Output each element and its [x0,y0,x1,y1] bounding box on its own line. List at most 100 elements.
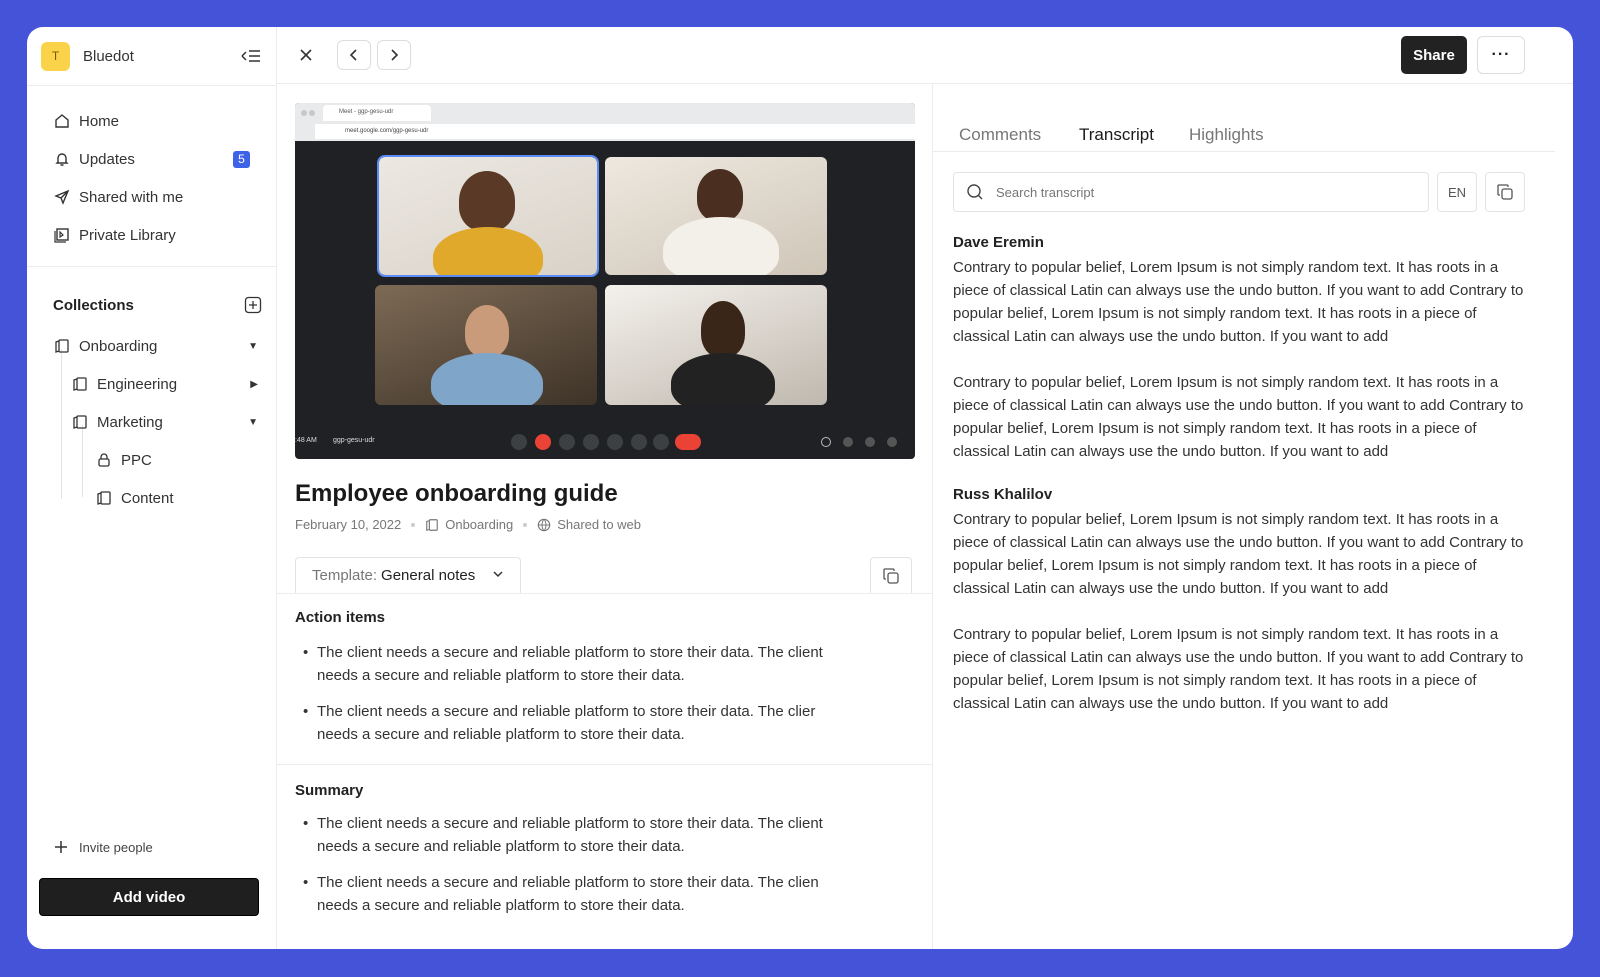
share-button[interactable]: Share [1401,36,1467,74]
participant-figure [663,217,779,275]
participant-figure [459,171,515,231]
tab-comments[interactable]: Comments [959,125,1041,145]
folder-icon [425,518,439,532]
participant-tile [605,285,827,405]
window-dot [309,110,315,116]
captions-icon[interactable] [559,434,575,450]
speaker-name: Russ Khalilov [953,486,1053,503]
nav-item-label: Updates [79,150,135,168]
browser-chrome: Meet - ggp-gesu-udr meet.google.com/ggp-… [295,103,915,141]
bell-icon [53,150,71,168]
info-icon[interactable] [821,437,831,447]
folder-icon [71,413,89,431]
summary-title: Summary [295,782,364,799]
previous-button[interactable] [337,40,371,70]
search-icon [966,183,984,201]
collection-item-content[interactable]: Content [27,479,276,517]
add-video-button[interactable]: Add video [39,878,259,916]
participant-tile [375,285,597,405]
chevron-right-icon[interactable]: ▶ [250,379,258,390]
hang-up-icon[interactable] [675,434,701,450]
participant-figure [697,169,743,221]
mic-icon[interactable] [511,434,527,450]
activities-icon[interactable] [887,437,897,447]
camera-off-icon[interactable] [535,434,551,450]
speaker-name: Dave Eremin [953,234,1044,251]
side-panel: Comments Transcript Highlights EN Dave E… [933,84,1573,949]
collection-label: Content [121,489,174,507]
chevron-down-icon[interactable]: ▼ [248,417,258,428]
copy-icon [883,567,899,584]
copy-icon [1497,184,1513,200]
emoji-icon[interactable] [583,434,599,450]
meta-separator [411,522,416,527]
participant-figure [465,305,509,357]
participant-figure [671,353,775,405]
invite-people-button[interactable]: Invite people [53,839,153,855]
divider [277,593,933,594]
nav-item-label: Shared with me [79,188,184,206]
copy-notes-button[interactable] [870,557,912,593]
document-collection[interactable]: Onboarding [445,517,513,532]
transcript-paragraph: Contrary to popular belief, Lorem Ipsum … [953,374,1524,460]
present-icon[interactable] [607,434,623,450]
chevron-down-icon[interactable]: ▼ [248,341,258,352]
workspace-header[interactable]: T Bluedot [27,27,276,86]
folder-icon [71,375,89,393]
window-dot [301,110,307,116]
search-input[interactable] [996,184,1396,200]
chat-icon[interactable] [865,437,875,447]
language-button[interactable]: EN [1437,172,1477,212]
nav-item-label: Private Library [79,226,176,244]
sidebar: T Bluedot Home Updates 5 Shared with me [27,27,277,949]
nav-item-shared[interactable]: Shared with me [27,178,276,216]
collection-item-ppc[interactable]: PPC [27,441,276,479]
plus-icon [53,839,69,855]
lock-icon [95,451,113,469]
document-visibility[interactable]: Shared to web [557,517,641,532]
collections-title: Collections [53,296,134,314]
document-date: February 10, 2022 [295,517,402,532]
updates-badge: 5 [233,150,250,168]
main-nav: Home Updates 5 Shared with me Private Li… [27,86,276,267]
video-player[interactable]: Meet - ggp-gesu-udr meet.google.com/ggp-… [295,103,915,459]
transcript-search [953,172,1429,212]
tab-highlights[interactable]: Highlights [1189,125,1264,145]
workspace-logo: T [41,41,70,71]
chevron-left-icon [349,49,357,61]
folder-icon [53,337,71,355]
nav-item-home[interactable]: Home [27,102,276,140]
tab-transcript[interactable]: Transcript [1079,125,1154,145]
more-options-button[interactable]: ··· [1477,36,1525,74]
topbar: Share ··· [277,27,1573,84]
add-collection-icon[interactable] [244,296,262,314]
close-icon [300,49,312,61]
collection-item-marketing[interactable]: Marketing ▼ [27,403,276,441]
participant-figure [433,227,543,275]
next-button[interactable] [377,40,411,70]
nav-item-updates[interactable]: Updates 5 [27,140,276,178]
collection-label: Marketing [97,413,163,431]
nav-item-private-library[interactable]: Private Library [27,216,276,254]
more-vertical-icon[interactable] [653,434,669,450]
collection-item-onboarding[interactable]: Onboarding ▼ [27,327,276,365]
collapse-sidebar-icon[interactable] [240,45,262,67]
document-meta: February 10, 2022 Onboarding Shared to w… [295,517,641,532]
meta-separator [523,522,528,527]
template-prefix: Template: [312,567,378,584]
transcript-block: Russ Khalilov Contrary to popular belief… [953,486,1533,715]
list-item: The client needs a secure and reliable p… [303,641,843,687]
collection-item-engineering[interactable]: Engineering ▶ [27,365,276,403]
copy-transcript-button[interactable] [1485,172,1525,212]
chevron-down-icon [492,567,504,584]
close-button[interactable] [289,40,323,70]
people-icon[interactable] [843,437,853,447]
raise-hand-icon[interactable] [631,434,647,450]
home-icon [53,112,71,130]
app-window: T Bluedot Home Updates 5 Shared with me [27,27,1573,949]
collection-label: Engineering [97,375,178,393]
meeting-time: :48 AM [295,437,317,444]
template-select[interactable]: Template: General notes [295,557,521,593]
library-icon [53,226,71,244]
collection-label: PPC [121,451,152,469]
